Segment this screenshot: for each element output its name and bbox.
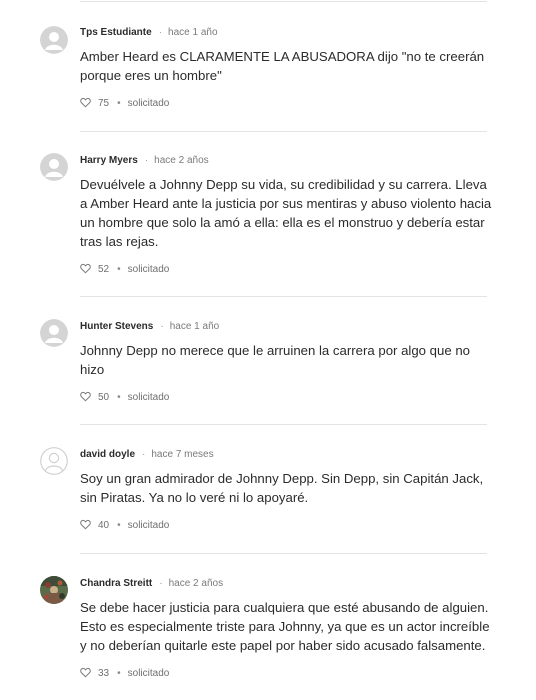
separator-dot: •: [117, 264, 121, 275]
heart-icon[interactable]: [80, 519, 91, 530]
comment-actions: 50 • solicitado: [80, 391, 169, 405]
comment-meta: Harry Myers · hace 2 años: [80, 154, 209, 168]
comment-text: Devuélvele a Johnny Depp su vida, su cre…: [80, 177, 492, 249]
comment-text: Soy un gran admirador de Johnny Depp. Si…: [80, 471, 484, 505]
separator-dot: ·: [142, 449, 146, 460]
like-count: 50: [98, 392, 110, 403]
separator-dot: •: [117, 520, 121, 531]
like-count: 75: [98, 98, 110, 109]
comment-author[interactable]: Harry Myers: [80, 155, 138, 166]
separator-dot: ·: [160, 321, 164, 332]
comment-text: Amber Heard es CLARAMENTE LA ABUSADORA d…: [80, 49, 485, 83]
comments-page: Tps Estudiante · hace 1 año Amber Heard es…: [0, 0, 536, 700]
comment-time[interactable]: hace 7 meses: [151, 449, 213, 460]
status-label[interactable]: solicitado: [128, 264, 170, 275]
separator-dot: ·: [159, 578, 163, 589]
separator-dot: •: [117, 668, 121, 679]
comment-time[interactable]: hace 1 año: [170, 321, 220, 332]
comment-time[interactable]: hace 2 años: [154, 155, 209, 166]
status-label[interactable]: solicitado: [128, 392, 170, 403]
comment-divider: [80, 553, 487, 554]
comment-actions: 40 • solicitado: [80, 519, 169, 533]
comment-text: Se debe hacer justicia para cualquiera q…: [80, 600, 490, 653]
user-avatar-icon[interactable]: [40, 26, 68, 54]
comment-author[interactable]: Chandra Streitt: [80, 578, 152, 589]
status-label[interactable]: solicitado: [128, 668, 170, 679]
comment-divider: [80, 131, 487, 132]
like-count: 33: [98, 668, 110, 679]
separator-dot: ·: [144, 155, 149, 166]
status-label[interactable]: solicitado: [128, 520, 170, 531]
user-avatar-icon[interactable]: [40, 319, 68, 347]
heart-icon[interactable]: [80, 667, 91, 678]
comment-author[interactable]: Tps Estudiante: [80, 27, 152, 38]
like-count: 52: [98, 264, 110, 275]
heart-icon[interactable]: [80, 263, 91, 274]
comment-meta: Hunter Stevens · hace 1 año: [80, 320, 219, 334]
comment-meta: Chandra Streitt · hace 2 años: [80, 577, 223, 591]
comment-author[interactable]: Hunter Stevens: [80, 321, 153, 332]
comment-text: Johnny Depp no merece que le arruinen la…: [80, 343, 471, 377]
comment-actions: 75 • solicitado: [80, 97, 169, 111]
top-divider: [80, 1, 487, 2]
separator-dot: •: [117, 98, 121, 109]
comment-divider: [80, 424, 487, 425]
comment-time[interactable]: hace 2 años: [169, 578, 224, 589]
separator-dot: ·: [158, 27, 163, 38]
user-avatar-icon[interactable]: [40, 447, 68, 475]
heart-icon[interactable]: [80, 97, 91, 108]
status-label[interactable]: solicitado: [128, 98, 170, 109]
comment-actions: 52 • solicitado: [80, 263, 169, 277]
separator-dot: •: [117, 392, 121, 403]
comment-meta: Tps Estudiante · hace 1 año: [80, 26, 218, 40]
user-avatar-icon[interactable]: [40, 153, 68, 181]
heart-icon[interactable]: [80, 391, 91, 402]
like-count: 40: [98, 520, 110, 531]
comment-time[interactable]: hace 1 año: [168, 27, 218, 38]
comment-meta: david doyle · hace 7 meses: [80, 448, 214, 462]
comment-divider: [80, 296, 487, 297]
comment-author[interactable]: david doyle: [80, 449, 135, 460]
comment-actions: 33 • solicitado: [80, 667, 169, 681]
profile-photo[interactable]: [40, 576, 68, 604]
